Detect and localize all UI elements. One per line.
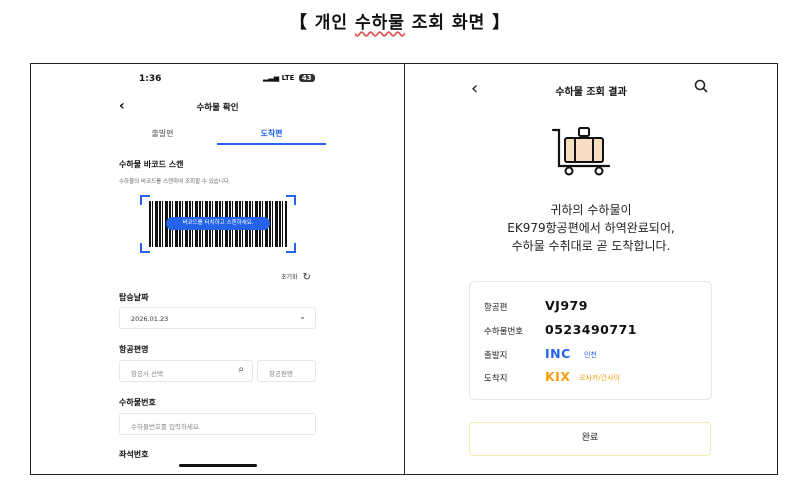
seat-number-label: 좌석번호 <box>119 450 149 459</box>
result-message-line: 귀하의 수하물이 <box>550 203 632 217</box>
airline-placeholder: 항공사 선택 <box>131 370 163 378</box>
baggage-result-screen: ‹ 수하물 조회 결과 귀하의 수하물이 EK979항공편에서 하역완료되어, … <box>405 64 777 474</box>
result-message-line: EK979항공편에서 하역완료되어, <box>507 221 675 235</box>
status-time: 1:36 <box>139 74 162 84</box>
baggage-number-placeholder: 수하물번호를 입력하세요. <box>131 423 201 431</box>
chevron-down-icon: ⌄ <box>299 312 306 321</box>
scan-corner <box>286 243 296 253</box>
title-word-personal: 개인 <box>314 13 349 33</box>
boarding-date-select[interactable]: 2026.01.23 ⌄ <box>119 307 316 329</box>
network-label: LTE <box>281 74 295 82</box>
scan-corner <box>286 195 296 205</box>
baggage-check-screen: 1:36 ▂▃▅ LTE 43 ‹ 수하물 확인 출발편 도착편 수하물 바코드… <box>31 64 404 474</box>
flight-key: 항공편 <box>484 303 508 313</box>
luggage-cart-icon <box>551 124 615 179</box>
search-icon[interactable]: ⌕ <box>238 364 244 375</box>
baggage-number-input[interactable]: 수하물번호를 입력하세요. <box>119 413 316 435</box>
baggage-number-label: 수하물번호 <box>119 398 156 407</box>
destination-name: 오사카/간사이 <box>579 374 620 382</box>
info-row-origin: 출발지 INC 인천 <box>484 346 704 364</box>
title-word-screen: 화면 <box>451 13 486 33</box>
info-row-baggage: 수하물번호 0523490771 <box>484 322 704 340</box>
info-row-destination: 도착지 KIX 오사카/간사이 <box>484 369 704 387</box>
left-header: ‹ 수하물 확인 <box>31 98 404 116</box>
document-title: 【 개인 수하물 조회 화면 】 <box>0 8 800 33</box>
tab-departure[interactable]: 출발편 <box>108 128 217 139</box>
battery-icon: 43 <box>298 74 315 82</box>
active-tab-indicator <box>217 143 326 145</box>
destination-key: 도착지 <box>484 374 508 384</box>
destination-code: KIX <box>545 369 571 384</box>
boarding-date-value: 2026.01.23 <box>131 315 169 323</box>
baggage-value: 0523490771 <box>545 322 637 337</box>
refresh-icon: ↻ <box>302 272 311 283</box>
origin-key: 출발지 <box>484 351 508 361</box>
status-icons: ▂▃▅ LTE 43 <box>263 74 315 82</box>
reset-label: 초기화 <box>281 274 298 281</box>
title-word-inquiry: 조회 <box>411 13 446 33</box>
search-icon[interactable] <box>694 78 708 97</box>
signal-icon: ▂▃▅ <box>263 74 280 82</box>
reset-button[interactable]: 초기화 ↻ <box>281 272 311 283</box>
page-title: 수하물 확인 <box>196 103 239 113</box>
tab-arrival[interactable]: 도착편 <box>217 128 326 139</box>
scan-barcode-button[interactable]: 바코드를 터치하고 스캔하세요. <box>166 217 270 230</box>
flight-number-placeholder: 항공편명 <box>269 370 293 378</box>
page-title: 수하물 조회 결과 <box>555 87 627 98</box>
done-button[interactable]: 완료 <box>469 422 711 456</box>
result-message-line: 수하물 수취대로 곧 도착합니다. <box>511 239 671 253</box>
title-word-baggage: 수하물 <box>354 13 405 33</box>
barcode-section-desc: 수하물의 바코드를 스캔하여 조회할 수 있습니다. <box>119 179 231 185</box>
status-bar: 1:36 ▂▃▅ LTE 43 <box>31 72 404 86</box>
date-section-label: 탑승날짜 <box>119 293 149 302</box>
title-close-bracket: 】 <box>492 13 511 33</box>
barcode-section-label: 수하물 바코드 스캔 <box>119 160 184 169</box>
origin-name: 인천 <box>584 351 597 359</box>
flight-value: VJ979 <box>545 298 588 313</box>
flight-number-input[interactable]: 항공편명 <box>257 360 316 382</box>
home-indicator <box>179 464 257 467</box>
barcode-scanner[interactable]: 바코드를 터치하고 스캔하세요. <box>140 195 296 253</box>
info-row-flight: 항공편 VJ979 <box>484 298 704 316</box>
title-open-bracket: 【 <box>289 13 308 33</box>
flight-direction-tabs: 출발편 도착편 <box>108 128 326 145</box>
result-message: 귀하의 수하물이 EK979항공편에서 하역완료되어, 수하물 수취대로 곧 도… <box>405 201 777 255</box>
origin-code: INC <box>545 346 571 361</box>
baggage-key: 수하물번호 <box>484 327 524 337</box>
flight-section-label: 항공편명 <box>119 345 149 354</box>
baggage-info-card: 항공편 VJ979 수하물번호 0523490771 출발지 INC 인천 도착… <box>469 281 712 400</box>
airline-select[interactable]: 항공사 선택 ⌕ <box>119 360 253 382</box>
